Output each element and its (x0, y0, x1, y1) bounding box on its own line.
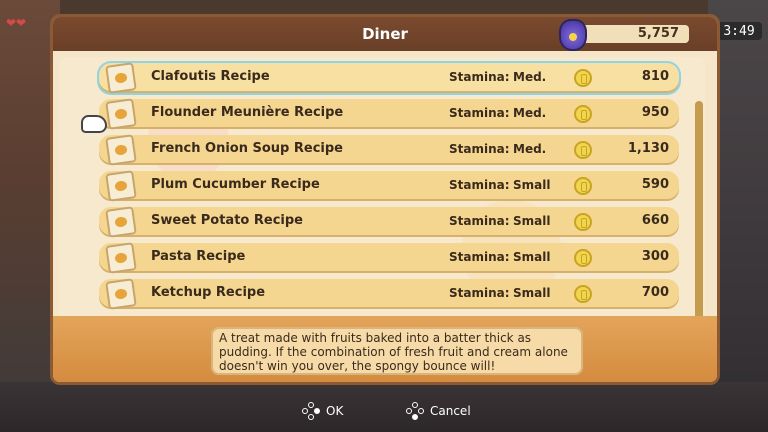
recipe-price: 590 (641, 177, 669, 192)
coin-icon (574, 213, 592, 231)
coin-icon (574, 177, 592, 195)
recipe-name: Plum Cucumber Recipe (151, 177, 320, 192)
coin-icon (574, 105, 592, 123)
controller-buttons-icon (302, 402, 320, 420)
recipe-row[interactable]: Clafoutis Recipe Stamina: Med. 810 (99, 62, 679, 94)
stamina-label: Stamina: (449, 70, 510, 84)
description-box: A treat made with fruits baked into a ba… (211, 327, 583, 375)
recipe-row[interactable]: Pasta Recipe Stamina: Small 300 (99, 242, 679, 274)
ok-button[interactable]: OK (302, 400, 343, 422)
money-amount: 5,757 (637, 26, 679, 41)
recipe-card-icon (105, 170, 137, 202)
stamina-value: Small (513, 250, 551, 264)
diner-shop-window: Diner 5,757 Clafoutis Recipe Stamina: Me… (50, 14, 720, 385)
stamina-label: Stamina: (449, 286, 510, 300)
clock-display: 3:49 (716, 22, 762, 40)
recipe-row[interactable]: Plum Cucumber Recipe Stamina: Small 590 (99, 170, 679, 202)
recipe-row[interactable]: French Onion Soup Recipe Stamina: Med. 1… (99, 134, 679, 166)
coin-icon (574, 249, 592, 267)
stamina-label: Stamina: (449, 142, 510, 156)
scrollbar-thumb[interactable] (695, 101, 703, 321)
window-header: Diner 5,757 (53, 17, 717, 51)
recipe-name: Sweet Potato Recipe (151, 213, 303, 228)
recipe-price: 810 (641, 69, 669, 84)
recipe-price: 1,130 (627, 141, 669, 156)
stamina-value: Small (513, 214, 551, 228)
cancel-label: Cancel (430, 404, 471, 418)
recipe-name: Ketchup Recipe (151, 285, 266, 300)
recipe-card-icon (105, 134, 137, 166)
money-bag-icon (559, 19, 587, 51)
recipe-price: 660 (641, 213, 669, 228)
recipe-row[interactable]: Sweet Potato Recipe Stamina: Small 660 (99, 206, 679, 238)
recipe-name: Pasta Recipe (151, 249, 246, 264)
recipe-card-icon (105, 62, 137, 94)
stamina-label: Stamina: (449, 214, 510, 228)
recipe-card-icon (105, 242, 137, 274)
stamina-value: Med. (513, 70, 547, 84)
stamina-label: Stamina: (449, 250, 510, 264)
recipe-name: Flounder Meunière Recipe (151, 105, 344, 120)
stamina-value: Small (513, 178, 551, 192)
stamina-value: Small (513, 286, 551, 300)
money-display: 5,757 (559, 19, 689, 51)
coin-icon (574, 285, 592, 303)
recipe-row[interactable]: Ketchup Recipe Stamina: Small 700 (99, 278, 679, 310)
recipe-list: Clafoutis Recipe Stamina: Med. 810 Floun… (59, 57, 705, 363)
hand-pointer-icon (81, 115, 107, 133)
recipe-name: French Onion Soup Recipe (151, 141, 343, 156)
controller-buttons-icon (406, 402, 424, 420)
stamina-label: Stamina: (449, 106, 510, 120)
description-text: A treat made with fruits baked into a ba… (219, 331, 568, 373)
recipe-card-icon (105, 278, 137, 310)
recipe-row[interactable]: Flounder Meunière Recipe Stamina: Med. 9… (99, 98, 679, 130)
description-area: A treat made with fruits baked into a ba… (53, 316, 717, 382)
recipe-price: 700 (641, 285, 669, 300)
stamina-value: Med. (513, 142, 547, 156)
button-prompts: OK Cancel (0, 400, 768, 424)
recipe-card-icon (105, 98, 137, 130)
recipe-name: Clafoutis Recipe (151, 69, 270, 84)
stamina-value: Med. (513, 106, 547, 120)
stamina-label: Stamina: (449, 178, 510, 192)
cancel-button[interactable]: Cancel (406, 400, 471, 422)
recipe-card-icon (105, 206, 137, 238)
recipe-price: 950 (641, 105, 669, 120)
coin-icon (574, 69, 592, 87)
coin-icon (574, 141, 592, 159)
ok-label: OK (326, 404, 344, 418)
recipe-price: 300 (641, 249, 669, 264)
hearts-icon: ❤❤ (6, 16, 27, 30)
